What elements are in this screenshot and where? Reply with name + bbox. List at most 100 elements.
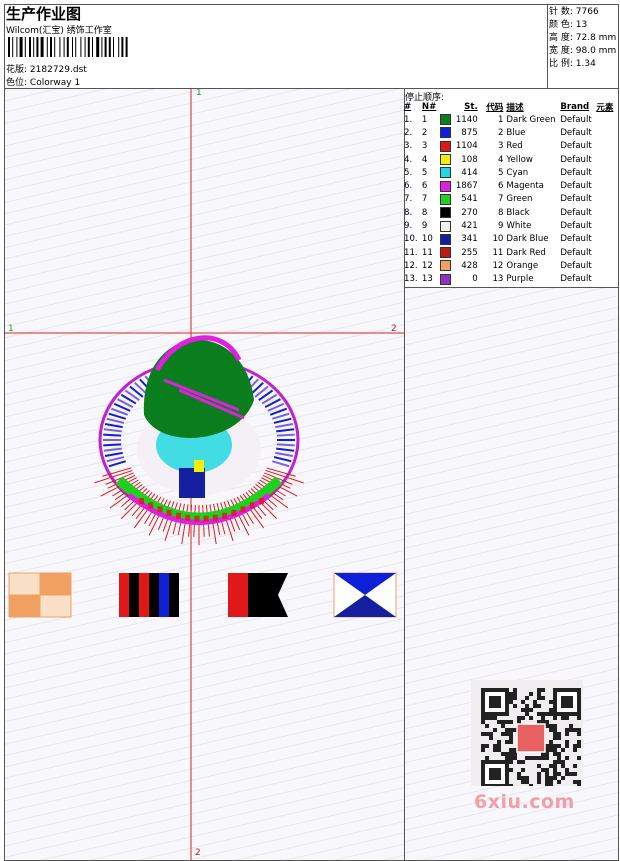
band-letter [212, 514, 218, 521]
stitch-hatch [272, 412, 290, 420]
qr-module [545, 784, 549, 788]
qr-module [501, 720, 505, 724]
qr-module [517, 776, 521, 780]
qr-module [505, 732, 509, 736]
block-stripe [129, 573, 139, 617]
block-arrow [268, 573, 288, 617]
qr-module [561, 748, 565, 752]
qr-module [509, 696, 513, 700]
qr-module [577, 784, 581, 788]
qr-module [537, 696, 541, 700]
stitch-hatch [103, 428, 122, 433]
band-letter [157, 506, 163, 513]
qr-module [509, 784, 513, 788]
qr-module [545, 768, 549, 772]
qr-module [549, 700, 553, 704]
qr-module [517, 772, 521, 776]
qr-module [481, 716, 485, 720]
stitch-hatch [276, 443, 295, 447]
stitch-hatch [276, 447, 295, 452]
qr-module [549, 740, 553, 744]
qr-module [517, 760, 521, 764]
block-stripe [149, 573, 159, 617]
qr-module [485, 724, 489, 728]
qr-module [541, 756, 545, 760]
qr-finder [489, 696, 501, 708]
qr-module [537, 780, 541, 784]
qr-module [485, 744, 489, 748]
qr-module [489, 716, 493, 720]
band-letter [240, 506, 246, 513]
qr-module [549, 764, 553, 768]
qr-module [505, 728, 509, 732]
color-blocks [8, 572, 397, 618]
qr-module [573, 748, 577, 752]
qr-module [505, 752, 509, 756]
qr-module [525, 712, 529, 716]
qr-module [485, 756, 489, 760]
stitch-hatch [275, 451, 294, 457]
qr-module [565, 740, 569, 744]
stitch-hatch [106, 456, 125, 463]
qr-module [497, 744, 501, 748]
qr-module [577, 780, 581, 784]
qr-module [553, 772, 557, 776]
qr-module [541, 688, 545, 692]
marker-right: 2 [391, 324, 397, 334]
watermark-site: 6xiu.com [474, 791, 575, 813]
qr-module [513, 704, 517, 708]
character-body [179, 468, 205, 498]
qr-module [553, 752, 557, 756]
qr-module [553, 728, 557, 732]
qr-module [549, 744, 553, 748]
qr-module [557, 780, 561, 784]
qr-module [557, 732, 561, 736]
qr-module [565, 732, 569, 736]
stitch-hatch [273, 417, 292, 424]
stitch-hatch [276, 433, 295, 437]
qr-module [557, 744, 561, 748]
qr-module [545, 772, 549, 776]
qr-module [521, 760, 525, 764]
band-letter [222, 512, 228, 519]
qr-module [557, 756, 561, 760]
qr-module [521, 780, 525, 784]
qr-module [561, 776, 565, 780]
qr-module [553, 768, 557, 772]
band-letter [231, 509, 237, 516]
qr-module [505, 740, 509, 744]
qr-module [489, 732, 493, 736]
qr-module [553, 732, 557, 736]
qr-module [565, 728, 569, 732]
qr-module [549, 708, 553, 712]
qr-module [509, 692, 513, 696]
qr-module [497, 740, 501, 744]
qr-module [513, 696, 517, 700]
stitch-hatch [273, 456, 292, 463]
qr-module [509, 700, 513, 704]
qr-module [489, 736, 493, 740]
band-letter [139, 498, 144, 504]
block-orange-cell [39, 594, 72, 618]
qr-module [497, 720, 501, 724]
qr-module [565, 744, 569, 748]
qr-module [541, 768, 545, 772]
qr-module [557, 760, 561, 764]
qr-module [497, 748, 501, 752]
stitch-hatch [276, 428, 295, 433]
qr-module [569, 724, 573, 728]
band-letter [259, 498, 264, 504]
qr-module [509, 720, 513, 724]
qr-module [501, 732, 505, 736]
qr-module [493, 716, 497, 720]
qr-module [525, 756, 529, 760]
block-stripe [159, 573, 169, 617]
band-letter [194, 515, 200, 522]
block-stripe [139, 573, 149, 617]
block-orange-cell [8, 572, 41, 596]
qr-code [481, 688, 581, 788]
qr-module [525, 780, 529, 784]
qr-module [577, 756, 581, 760]
qr-module [541, 716, 545, 720]
qr-module [509, 740, 513, 744]
